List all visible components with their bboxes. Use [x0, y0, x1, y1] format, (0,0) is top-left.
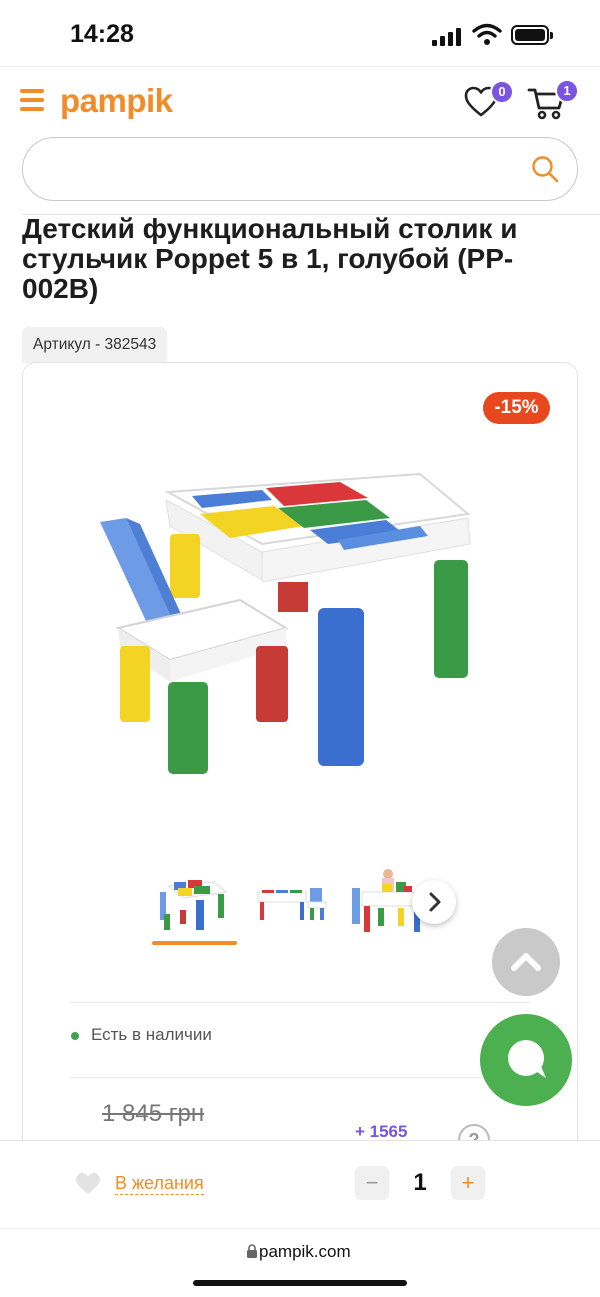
wifi-icon [472, 23, 502, 45]
availability-status: Есть в наличии [91, 1025, 212, 1044]
chevron-right-icon [429, 892, 441, 912]
thumbnail-image [160, 880, 228, 930]
active-thumbnail-indicator [152, 941, 237, 945]
status-time: 14:28 [70, 20, 134, 48]
logo[interactable]: pampik [60, 82, 173, 120]
chat-icon [508, 1040, 546, 1078]
divider [70, 1077, 482, 1078]
bonus-points: + 1565 [355, 1122, 408, 1141]
thumbnail-2[interactable] [252, 868, 336, 940]
old-price: 1 845 грн [102, 1100, 205, 1127]
product-title: Детский функциональный столик и стульчик… [22, 213, 518, 304]
product-image[interactable] [90, 460, 490, 790]
browser-url[interactable]: pampik.com [259, 1242, 351, 1262]
search-input[interactable] [47, 152, 511, 188]
wishlist-badge: 0 [490, 80, 514, 104]
gallery-next-button[interactable] [412, 880, 456, 924]
chevron-up-icon [511, 953, 541, 971]
menu-icon[interactable] [20, 89, 44, 111]
chat-button[interactable] [480, 1014, 572, 1106]
quantity-stepper[interactable]: − 1 + [355, 1166, 485, 1200]
quantity-increase-button[interactable]: + [451, 1166, 485, 1200]
thumbnail-1[interactable] [152, 868, 236, 940]
cart-badge: 1 [555, 79, 579, 103]
cart-button[interactable]: 1 [527, 79, 579, 120]
search-icon[interactable] [531, 155, 559, 183]
home-indicator[interactable] [193, 1280, 407, 1286]
divider [0, 66, 600, 67]
search-bar[interactable] [22, 137, 578, 201]
lock-icon [247, 1244, 257, 1258]
scroll-to-top-button[interactable] [492, 928, 560, 996]
heart-icon[interactable] [75, 1172, 101, 1196]
quantity-value[interactable]: 1 [393, 1166, 447, 1200]
battery-icon [511, 25, 553, 45]
wishlist-button[interactable]: 0 [464, 80, 514, 118]
divider [70, 1002, 530, 1003]
add-to-wishlist-link[interactable]: В желания [115, 1173, 204, 1195]
browser-address-bar[interactable] [0, 1228, 600, 1297]
availability-dot [71, 1032, 79, 1040]
discount-badge: -15% [483, 392, 550, 424]
thumbnail-image [257, 888, 327, 920]
quantity-decrease-button[interactable]: − [355, 1166, 389, 1200]
sku-label: Артикул - 382543 [22, 327, 168, 363]
signal-icon [432, 26, 466, 46]
